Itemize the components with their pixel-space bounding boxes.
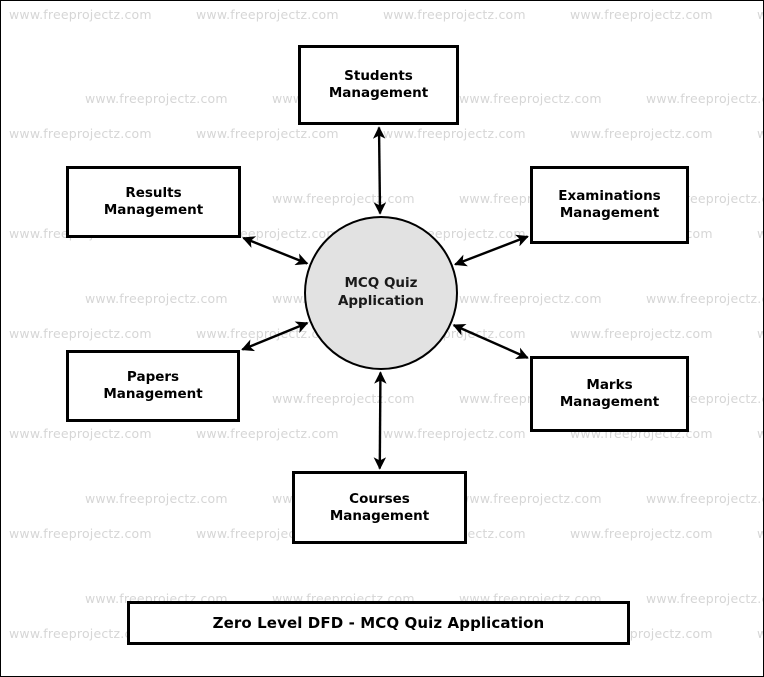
flow-arrow-papers-management [241,321,309,352]
diagram-title-box: Zero Level DFD - MCQ Quiz Application [127,601,630,645]
flow-arrow-students-management [372,126,387,215]
entity-label: Marks Management [559,377,660,410]
entity-students-management[interactable]: Students Management [298,45,459,125]
entity-examinations-management[interactable]: Examinations Management [530,166,689,244]
entity-label: Courses Management [329,490,430,524]
entity-papers-management[interactable]: Papers Management [66,350,240,422]
flow-arrow-courses-management [373,371,387,470]
diagram-layer: Students Management Results Management E… [1,1,763,676]
entity-results-management[interactable]: Results Management [66,166,241,238]
flow-arrow-marks-management [452,323,529,360]
entity-label: Examinations Management [558,188,661,221]
entity-label: Papers Management [103,369,203,402]
entity-courses-management[interactable]: Courses Management [292,471,467,544]
diagram-title: Zero Level DFD - MCQ Quiz Application [212,614,545,632]
dfd-canvas: www.freeprojectz.com www.freeprojectz.com… [0,0,764,677]
process-mcq-quiz-application[interactable]: MCQ Quiz Application [304,216,458,370]
entity-marks-management[interactable]: Marks Management [530,356,689,432]
process-label: MCQ Quiz Application [337,275,425,309]
flow-arrow-results-management [242,236,309,266]
entity-label: Results Management [103,185,204,218]
flow-arrow-examinations-management [454,234,529,267]
entity-label: Students Management [328,68,429,101]
